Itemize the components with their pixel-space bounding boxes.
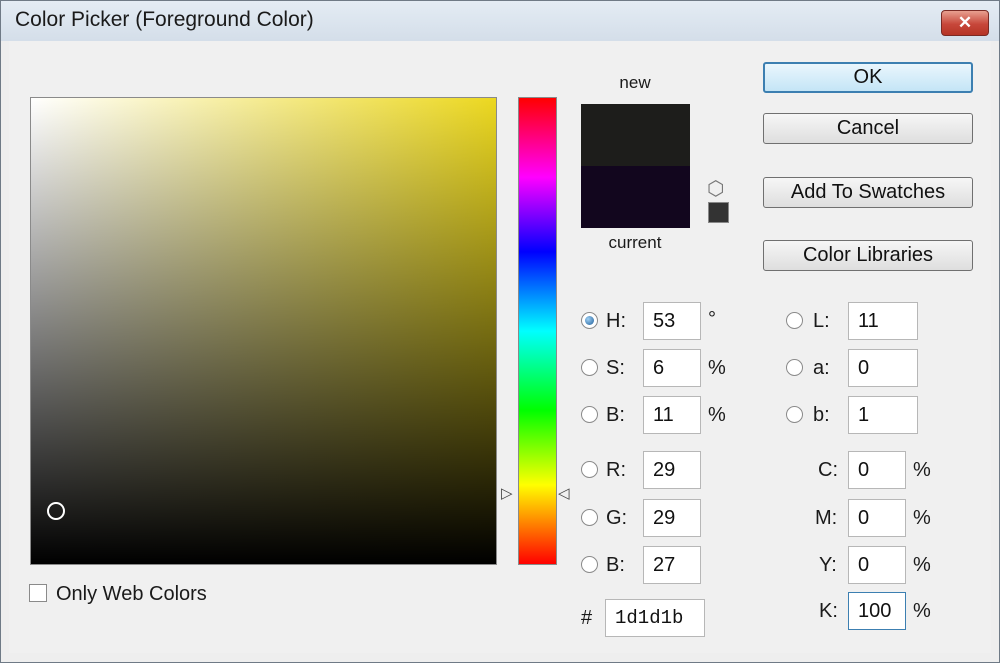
lightness-radio[interactable]: [786, 312, 803, 329]
web-safe-color-swatch[interactable]: [708, 202, 729, 223]
hue-slider[interactable]: [518, 97, 557, 565]
yellow-label: Y:: [819, 554, 837, 576]
color-libraries-button[interactable]: Color Libraries: [763, 240, 973, 271]
lightness-input[interactable]: 11: [848, 302, 918, 340]
hue-slider-left-arrow-icon[interactable]: ▷: [501, 485, 513, 503]
color-field[interactable]: [30, 97, 497, 565]
new-color-swatch: [581, 104, 690, 166]
brightness-label: B:: [606, 404, 625, 426]
hue-input[interactable]: 53: [643, 302, 701, 340]
hue-unit: °: [708, 308, 716, 330]
only-web-colors-label: Only Web Colors: [56, 583, 207, 605]
black-label: K:: [819, 600, 838, 622]
current-color-label: current: [608, 233, 662, 252]
green-input[interactable]: 29: [643, 499, 701, 537]
magenta-unit: %: [913, 507, 931, 529]
black-input[interactable]: 100: [848, 592, 906, 630]
yellow-unit: %: [913, 554, 931, 576]
green-radio[interactable]: [581, 509, 598, 526]
hex-label: #: [581, 607, 593, 629]
b-channel-radio[interactable]: [786, 406, 803, 423]
hue-label: H:: [606, 310, 626, 332]
close-icon: ✕: [957, 13, 973, 32]
black-unit: %: [913, 600, 931, 622]
red-radio[interactable]: [581, 461, 598, 478]
close-button[interactable]: ✕: [941, 10, 989, 36]
red-label: R:: [606, 459, 626, 481]
hex-input[interactable]: 1d1d1b: [605, 599, 705, 637]
a-channel-input[interactable]: 0: [848, 349, 918, 387]
yellow-input[interactable]: 0: [848, 546, 906, 584]
ok-button[interactable]: OK: [763, 62, 973, 93]
saturation-label: S:: [606, 357, 625, 379]
red-input[interactable]: 29: [643, 451, 701, 489]
cyan-unit: %: [913, 459, 931, 481]
brightness-unit: %: [708, 404, 726, 426]
brightness-radio[interactable]: [581, 406, 598, 423]
a-channel-radio[interactable]: [786, 359, 803, 376]
blue-input[interactable]: 27: [643, 546, 701, 584]
magenta-label: M:: [815, 507, 838, 529]
color-field-picker-circle[interactable]: [47, 502, 65, 520]
b-channel-label: b:: [813, 404, 830, 426]
new-color-label: new: [619, 73, 651, 92]
hue-radio[interactable]: [581, 312, 598, 329]
b-channel-input[interactable]: 1: [848, 396, 918, 434]
cancel-button[interactable]: Cancel: [763, 113, 973, 144]
blue-radio[interactable]: [581, 556, 598, 573]
title-bar: Color Picker (Foreground Color) ✕: [1, 1, 999, 41]
hue-slider-right-arrow-icon[interactable]: ◁: [558, 485, 570, 503]
green-label: G:: [606, 507, 628, 529]
add-to-swatches-button[interactable]: Add To Swatches: [763, 177, 973, 208]
current-color-swatch[interactable]: [581, 166, 690, 228]
only-web-colors-checkbox[interactable]: [29, 584, 47, 602]
magenta-input[interactable]: 0: [848, 499, 906, 537]
saturation-input[interactable]: 6: [643, 349, 701, 387]
window-title: Color Picker (Foreground Color): [15, 8, 314, 31]
a-channel-label: a:: [813, 357, 830, 379]
brightness-input[interactable]: 11: [643, 396, 701, 434]
saturation-unit: %: [708, 357, 726, 379]
color-picker-dialog: Color Picker (Foreground Color) ✕ ▷ ◁ ne…: [0, 0, 1000, 663]
lightness-label: L:: [813, 310, 830, 332]
web-safe-cube-icon[interactable]: ⬡: [707, 176, 724, 201]
cyan-label: C:: [818, 459, 838, 481]
saturation-radio[interactable]: [581, 359, 598, 376]
blue-label: B:: [606, 554, 625, 576]
cyan-input[interactable]: 0: [848, 451, 906, 489]
